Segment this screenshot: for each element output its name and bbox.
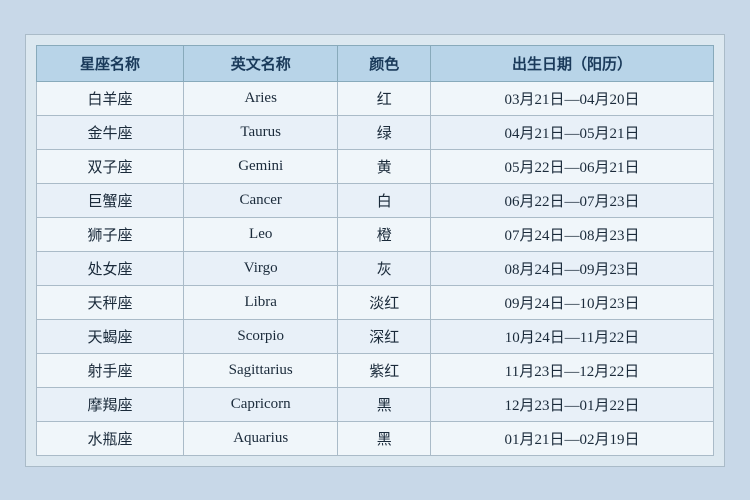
cell-chinese-name: 巨蟹座 — [37, 183, 184, 217]
table-row: 金牛座Taurus绿04月21日—05月21日 — [37, 115, 714, 149]
table-row: 双子座Gemini黄05月22日—06月21日 — [37, 149, 714, 183]
header-color: 颜色 — [338, 45, 431, 81]
cell-color: 淡红 — [338, 285, 431, 319]
cell-dates: 01月21日—02月19日 — [430, 421, 713, 455]
table-row: 天蝎座Scorpio深红10月24日—11月22日 — [37, 319, 714, 353]
header-chinese-name: 星座名称 — [37, 45, 184, 81]
zodiac-table: 星座名称 英文名称 颜色 出生日期（阳历） 白羊座Aries红03月21日—04… — [36, 45, 714, 456]
table-row: 天秤座Libra淡红09月24日—10月23日 — [37, 285, 714, 319]
cell-dates: 03月21日—04月20日 — [430, 81, 713, 115]
table-body: 白羊座Aries红03月21日—04月20日金牛座Taurus绿04月21日—0… — [37, 81, 714, 455]
cell-dates: 10月24日—11月22日 — [430, 319, 713, 353]
cell-english-name: Leo — [183, 217, 337, 251]
cell-english-name: Aquarius — [183, 421, 337, 455]
cell-dates: 05月22日—06月21日 — [430, 149, 713, 183]
cell-dates: 04月21日—05月21日 — [430, 115, 713, 149]
cell-color: 橙 — [338, 217, 431, 251]
cell-chinese-name: 金牛座 — [37, 115, 184, 149]
cell-english-name: Libra — [183, 285, 337, 319]
cell-chinese-name: 天秤座 — [37, 285, 184, 319]
cell-chinese-name: 白羊座 — [37, 81, 184, 115]
cell-color: 紫红 — [338, 353, 431, 387]
cell-chinese-name: 射手座 — [37, 353, 184, 387]
cell-color: 黑 — [338, 421, 431, 455]
cell-english-name: Cancer — [183, 183, 337, 217]
table-row: 水瓶座Aquarius黑01月21日—02月19日 — [37, 421, 714, 455]
cell-dates: 07月24日—08月23日 — [430, 217, 713, 251]
header-english-name: 英文名称 — [183, 45, 337, 81]
table-row: 白羊座Aries红03月21日—04月20日 — [37, 81, 714, 115]
cell-color: 深红 — [338, 319, 431, 353]
cell-english-name: Aries — [183, 81, 337, 115]
cell-color: 红 — [338, 81, 431, 115]
cell-dates: 09月24日—10月23日 — [430, 285, 713, 319]
cell-english-name: Taurus — [183, 115, 337, 149]
cell-english-name: Gemini — [183, 149, 337, 183]
cell-chinese-name: 处女座 — [37, 251, 184, 285]
cell-color: 黄 — [338, 149, 431, 183]
cell-english-name: Sagittarius — [183, 353, 337, 387]
table-row: 摩羯座Capricorn黑12月23日—01月22日 — [37, 387, 714, 421]
zodiac-table-container: 星座名称 英文名称 颜色 出生日期（阳历） 白羊座Aries红03月21日—04… — [25, 34, 725, 467]
cell-english-name: Capricorn — [183, 387, 337, 421]
table-row: 处女座Virgo灰08月24日—09月23日 — [37, 251, 714, 285]
cell-chinese-name: 水瓶座 — [37, 421, 184, 455]
cell-english-name: Scorpio — [183, 319, 337, 353]
cell-chinese-name: 摩羯座 — [37, 387, 184, 421]
cell-dates: 08月24日—09月23日 — [430, 251, 713, 285]
table-row: 狮子座Leo橙07月24日—08月23日 — [37, 217, 714, 251]
cell-english-name: Virgo — [183, 251, 337, 285]
cell-color: 白 — [338, 183, 431, 217]
table-row: 巨蟹座Cancer白06月22日—07月23日 — [37, 183, 714, 217]
cell-dates: 11月23日—12月22日 — [430, 353, 713, 387]
cell-dates: 12月23日—01月22日 — [430, 387, 713, 421]
cell-color: 黑 — [338, 387, 431, 421]
cell-dates: 06月22日—07月23日 — [430, 183, 713, 217]
table-row: 射手座Sagittarius紫红11月23日—12月22日 — [37, 353, 714, 387]
cell-chinese-name: 狮子座 — [37, 217, 184, 251]
cell-color: 灰 — [338, 251, 431, 285]
cell-chinese-name: 双子座 — [37, 149, 184, 183]
table-header-row: 星座名称 英文名称 颜色 出生日期（阳历） — [37, 45, 714, 81]
header-dates: 出生日期（阳历） — [430, 45, 713, 81]
cell-color: 绿 — [338, 115, 431, 149]
cell-chinese-name: 天蝎座 — [37, 319, 184, 353]
